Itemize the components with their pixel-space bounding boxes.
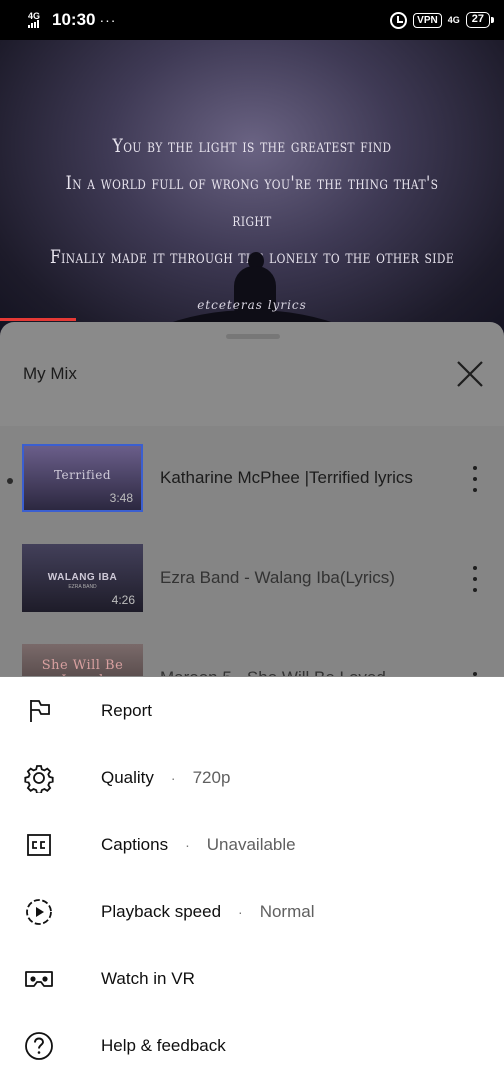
network-type: 4G: [28, 11, 41, 21]
separator-dot: ·: [170, 769, 176, 786]
video-thumbnail: Terrified 3:48: [22, 444, 143, 512]
video-player[interactable]: You by the light is the greatest find In…: [0, 40, 504, 340]
mix-list[interactable]: Terrified 3:48 Katharine McPhee |Terrifi…: [0, 426, 504, 676]
lyric-line: You by the light is the greatest find: [112, 135, 392, 157]
mix-item-title: Ezra Band - Walang Iba(Lyrics): [160, 568, 395, 587]
alarm-icon: [390, 11, 408, 29]
mix-item[interactable]: She Will Be Loved Maroon 5 - She Will Be…: [0, 644, 504, 676]
mix-item-title: Maroon 5 - She Will Be Loved: [160, 668, 386, 676]
menu-label-group: Quality · 720p: [101, 768, 230, 788]
thumbnail-text: WALANG IBA: [47, 572, 118, 583]
battery-icon: 27: [465, 12, 495, 28]
menu-item-report[interactable]: Report: [0, 677, 504, 744]
menu-item-playback-speed[interactable]: Playback speed · Normal: [0, 878, 504, 945]
drag-handle[interactable]: [226, 334, 280, 339]
mix-item[interactable]: Terrified 3:48 Katharine McPhee |Terrifi…: [0, 444, 504, 534]
closed-captions-icon: [22, 828, 56, 862]
video-thumbnail: She Will Be Loved: [22, 644, 143, 676]
more-notifications-icon: ···: [99, 12, 117, 28]
menu-item-captions[interactable]: Captions · Unavailable: [0, 811, 504, 878]
video-watermark: etceteras lyrics: [197, 298, 307, 312]
status-bar: 4G 10:30 ··· VPN 4G 27: [0, 0, 504, 40]
menu-label-group: Playback speed · Normal: [101, 902, 315, 922]
flag-icon: [22, 694, 56, 728]
playback-speed-icon: [22, 895, 56, 929]
mix-item-title: Katharine McPhee |Terrified lyrics: [160, 468, 413, 487]
gear-icon: [22, 761, 56, 795]
thumbnail-text: Terrified: [53, 468, 112, 482]
now-playing-indicator: [7, 478, 13, 484]
menu-value: 720p: [192, 767, 231, 787]
video-progress-bar[interactable]: [0, 318, 76, 321]
thumbnail-subtext: EZRA BAND: [68, 584, 97, 590]
mix-title: My Mix: [23, 364, 77, 383]
menu-item-quality[interactable]: Quality · 720p: [0, 744, 504, 811]
menu-item-vr[interactable]: Watch in VR: [0, 945, 504, 1012]
more-vert-icon[interactable]: [470, 566, 480, 592]
menu-item-help[interactable]: Help & feedback: [0, 1012, 504, 1079]
menu-label: Help & feedback: [101, 1035, 226, 1055]
menu-value: Unavailable: [206, 834, 296, 854]
menu-label: Report: [101, 700, 153, 720]
vpn-badge: VPN: [413, 12, 442, 28]
network-type-secondary: 4G: [447, 14, 460, 25]
separator-dot: ·: [238, 903, 243, 920]
lyric-line: In a world full of wrong you're the thin…: [65, 172, 439, 231]
menu-label-group: Captions · Unavailable: [101, 835, 296, 855]
menu-label: Captions: [101, 834, 169, 854]
thumbnail-text: She Will Be Loved: [41, 658, 124, 676]
settings-sheet: Report Quality · 720p Captions · Unavail…: [0, 677, 504, 1080]
signal-icon: 4G: [28, 12, 46, 28]
menu-value: Normal: [259, 901, 315, 921]
more-vert-icon[interactable]: [470, 672, 480, 676]
mix-item[interactable]: WALANG IBA EZRA BAND 4:26 Ezra Band - Wa…: [0, 544, 504, 634]
clock: 10:30: [52, 10, 96, 29]
menu-label: Playback speed: [101, 901, 222, 921]
duration-badge: 3:48: [109, 491, 133, 505]
more-vert-icon[interactable]: [470, 466, 480, 492]
close-icon[interactable]: [454, 358, 486, 390]
vr-headset-icon: [22, 962, 56, 996]
duration-badge: 4:26: [111, 593, 135, 607]
menu-label: Watch in VR: [101, 968, 195, 988]
menu-label: Quality: [101, 767, 154, 787]
video-thumbnail: WALANG IBA EZRA BAND 4:26: [22, 544, 143, 612]
separator-dot: ·: [185, 836, 190, 853]
help-icon: [22, 1029, 56, 1063]
